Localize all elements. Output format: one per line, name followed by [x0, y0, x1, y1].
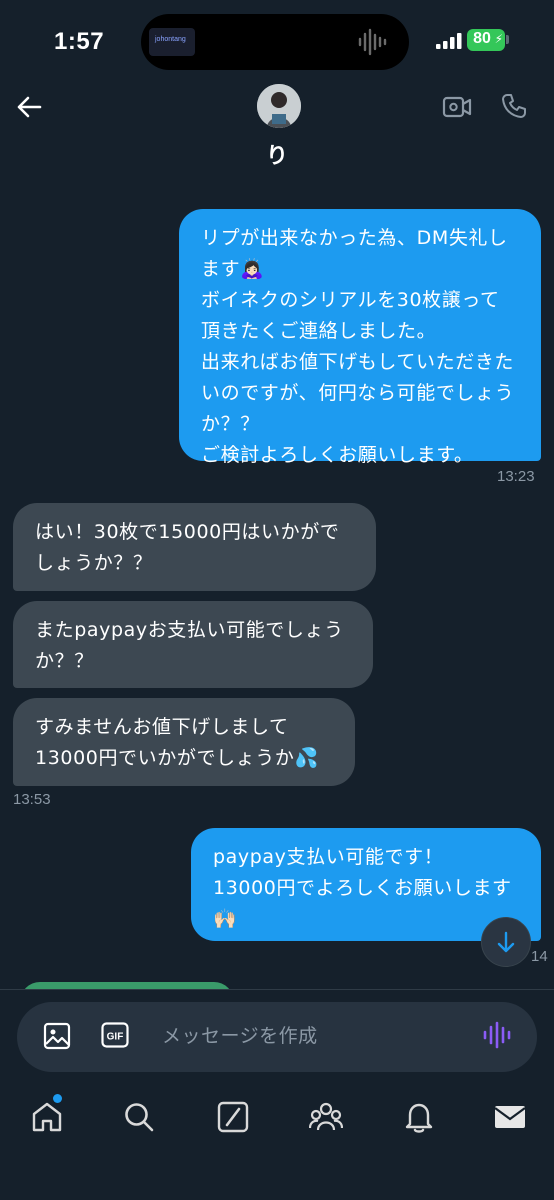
notifications-icon[interactable] [402, 1100, 436, 1134]
communities-icon[interactable] [309, 1100, 343, 1134]
battery-indicator: 80 ⚡ [467, 29, 505, 51]
voice-message-icon[interactable] [482, 1020, 512, 1050]
video-call-icon[interactable] [442, 94, 472, 120]
thumbnail-text: johontang [155, 36, 186, 43]
contact-avatar[interactable] [257, 84, 301, 128]
image-icon[interactable] [43, 1022, 71, 1050]
divider [0, 989, 554, 990]
search-icon[interactable] [122, 1100, 156, 1134]
status-time: 1:57 [54, 28, 105, 55]
dynamic-island: johontang [141, 14, 409, 70]
messages-icon[interactable] [493, 1100, 527, 1134]
back-arrow-icon[interactable] [14, 92, 44, 122]
arrow-down-icon [497, 931, 515, 953]
gif-icon[interactable]: GIF [101, 1022, 129, 1048]
gif-label: GIF [107, 1032, 124, 1043]
home-icon[interactable] [30, 1100, 64, 1134]
notification-dot [53, 1094, 62, 1103]
status-bar: 1:57 johontang 80 ⚡ [0, 0, 554, 80]
message-timestamp: 14 [531, 948, 548, 965]
message-incoming[interactable]: はい！30枚で15000円はいかがで しょうか？？ [13, 503, 376, 591]
phone-call-icon[interactable] [500, 92, 528, 120]
message-timestamp: 13:23 [497, 468, 535, 485]
avatar-image [257, 84, 301, 128]
message-incoming[interactable]: すみませんお値下げしまして 13000円でいかがでしょうか💦 [13, 698, 355, 786]
audio-wave-icon [358, 28, 387, 56]
scroll-to-bottom-button[interactable] [481, 917, 531, 967]
now-playing-thumbnail: johontang [149, 28, 195, 56]
charging-icon: ⚡ [494, 32, 503, 46]
battery-nub [506, 35, 509, 44]
tab-bar [0, 1080, 554, 1200]
message-timestamp: 13:53 [13, 791, 51, 808]
message-outgoing[interactable]: リプが出来なかった為、DM失礼し ます🙇🏻‍♀️ ボイネクのシリアルを30枚譲っ… [179, 209, 541, 466]
message-incoming[interactable]: またpaypayお支払い可能でしょう か？？ [13, 601, 373, 688]
cellular-signal-icon [436, 33, 462, 49]
message-input[interactable] [162, 1021, 462, 1051]
contact-name[interactable]: り [0, 138, 554, 170]
grok-icon[interactable] [216, 1100, 250, 1134]
battery-level: 80 [473, 30, 491, 47]
